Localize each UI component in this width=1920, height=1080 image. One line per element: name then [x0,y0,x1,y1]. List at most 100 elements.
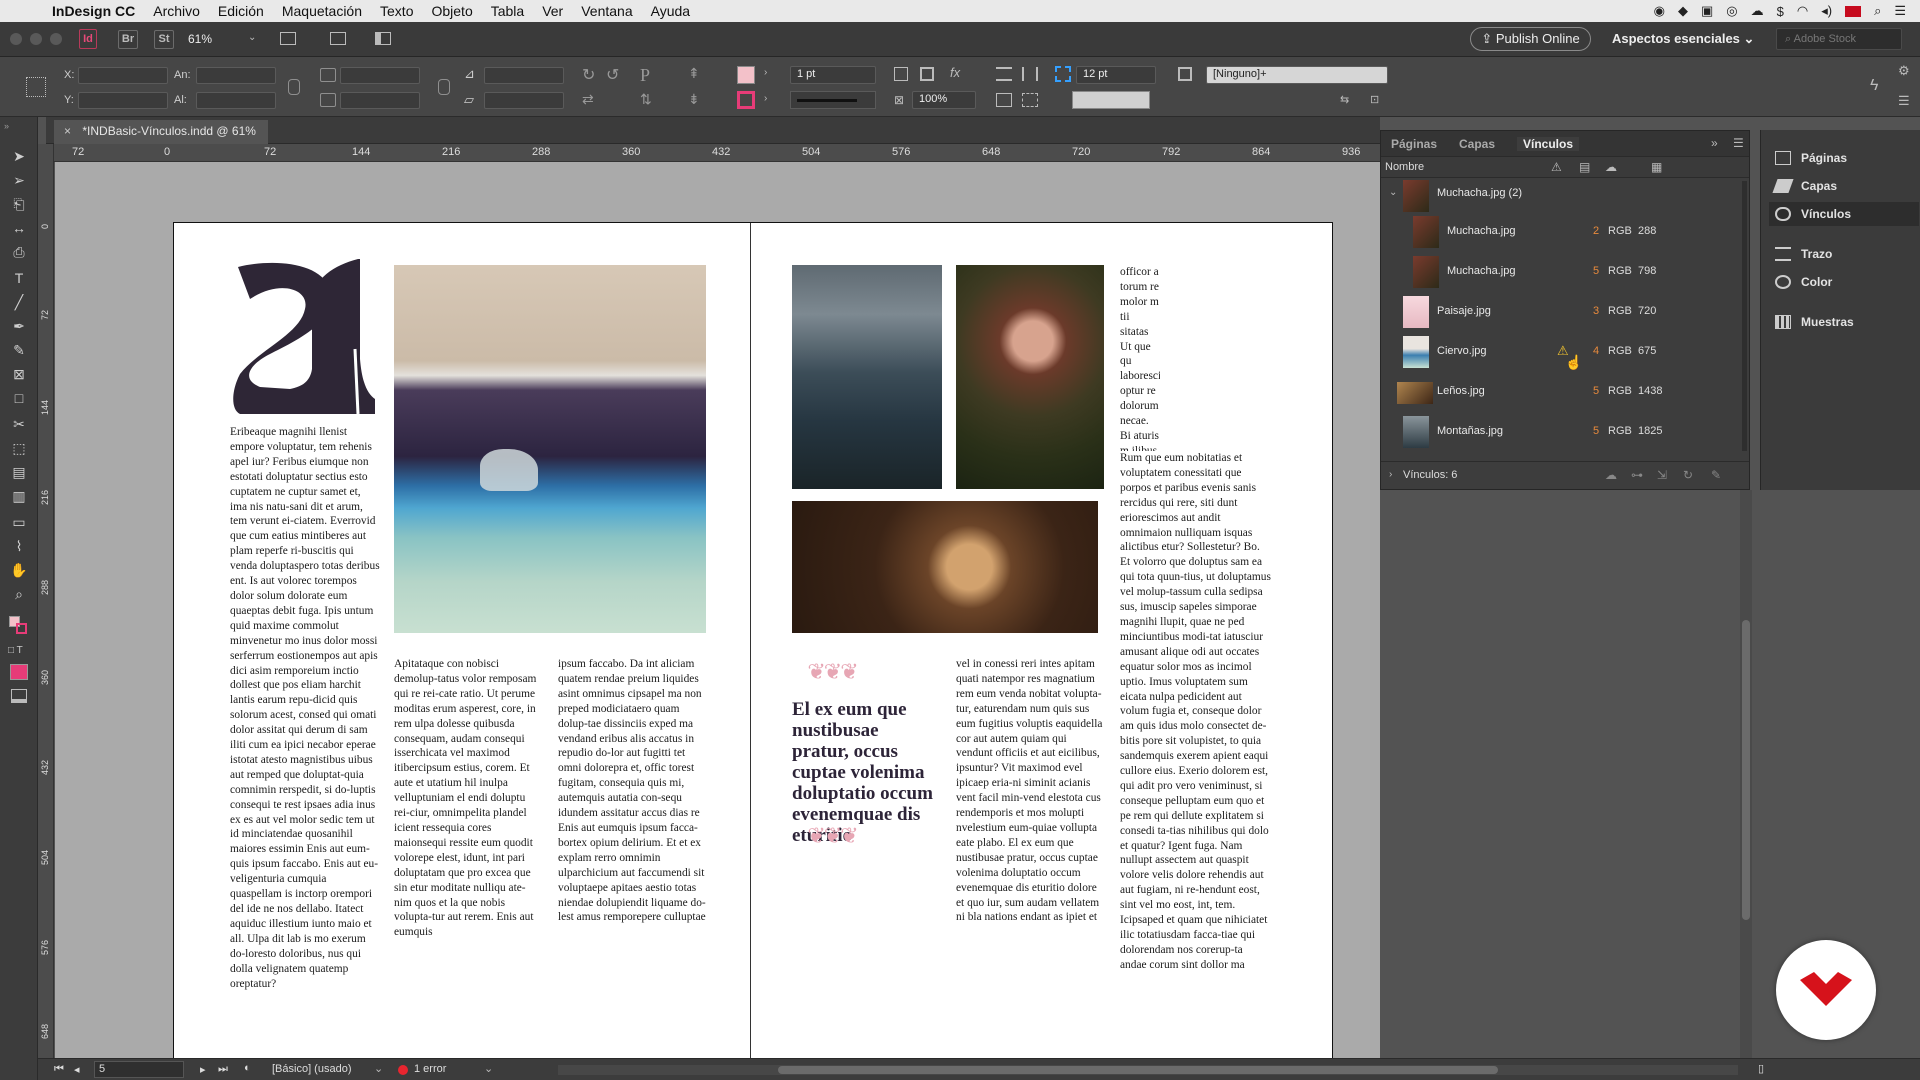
menu-archivo[interactable]: Archivo [153,3,200,19]
wrap-icon[interactable] [996,93,1012,107]
spacing-field[interactable]: 12 pt [1076,66,1156,84]
dock-item-capas[interactable]: Capas [1769,174,1919,198]
formatting-container-icon[interactable]: □ T [8,645,23,656]
rectangle-tool-icon[interactable]: □ [10,389,28,407]
panel-menu-icon[interactable]: ☰ [1898,93,1910,109]
note-tool-icon[interactable]: ▭ [10,513,28,531]
link-row[interactable]: Ciervo.jpg ⚠ 4 RGB 675 ☝ [1381,332,1749,372]
flip-vertical-icon[interactable]: ⇅ [640,91,652,108]
link-group-row[interactable]: ⌄ Muchacha.jpg (2) [1381,178,1749,212]
close-window-icon[interactable] [10,33,22,45]
dock-item-vinculos[interactable]: Vínculos [1769,202,1919,226]
adobe-stock-search[interactable]: ⌕ Adobe Stock [1776,28,1902,50]
chevron-right-icon[interactable]: › [1389,469,1392,480]
bridge-button[interactable]: Br [118,30,138,49]
decorative-numeral-graphic[interactable] [230,259,375,419]
link-page[interactable]: 5 [1593,385,1599,397]
dock-item-muestras[interactable]: Muestras [1769,310,1919,334]
left-column-1-text[interactable]: Eribeaque magnihi llenist empore volupta… [230,425,380,1058]
x-field[interactable] [78,67,168,84]
stroke-chevron-icon[interactable]: › [764,93,767,104]
wifi-icon[interactable]: ◠ [1797,3,1808,19]
stroke-color-icon[interactable] [16,623,27,634]
line-tool-icon[interactable]: ╱ [10,293,28,311]
collapse-panel-icon[interactable]: » [1711,136,1718,150]
link-page[interactable]: 3 [1593,305,1599,317]
workspace-switcher[interactable]: Aspectos esenciales ⌄ [1612,31,1754,47]
apply-color-icon[interactable] [10,664,28,680]
deer-landscape-image[interactable] [394,265,706,633]
document-tab[interactable]: × *INDBasic-Vínculos.indd @ 61% [54,120,268,144]
scale-y-icon[interactable] [320,93,336,107]
style-icon[interactable] [1178,67,1192,81]
document-vertical-scrollbar[interactable] [1740,490,1752,1058]
woman-portrait-image[interactable] [956,265,1104,489]
cloud-link-icon[interactable]: ☁ [1605,468,1617,482]
left-column-2-text[interactable]: Apitataque con nobisci demolup-tatus vol… [394,657,542,1058]
dock-item-color[interactable]: Color [1769,270,1919,294]
flag-icon[interactable] [1845,4,1862,19]
dock-item-paginas[interactable]: Páginas [1769,146,1919,170]
profile-chevron-icon[interactable]: ⌄ [374,1062,383,1075]
shear-field[interactable] [484,92,564,109]
last-page-icon[interactable]: ⏭ [218,1063,228,1076]
scale-x-icon[interactable] [320,68,336,82]
free-transform-tool-icon[interactable]: ⬚ [10,439,28,457]
horizontal-scrollbar[interactable] [558,1065,1738,1075]
opacity-icon[interactable]: ⊠ [894,93,904,107]
cloud-icon[interactable]: ☁ [1751,3,1764,19]
fill-chevron-icon[interactable]: › [764,67,767,78]
menu-list-icon[interactable]: ☰ [1894,3,1906,19]
link-page[interactable]: 4 [1593,345,1599,357]
gradient-swatch-tool-icon[interactable]: ▤ [10,463,28,481]
record-icon[interactable]: ◉ [1654,3,1665,19]
link-row[interactable]: Muchacha.jpg 5 RGB 798 [1381,252,1749,292]
collapse-toolbox-icon[interactable]: » [4,121,9,131]
panel-menu-icon[interactable]: ☰ [1733,136,1744,150]
select-content-icon[interactable]: P [640,65,650,86]
gap-tool-icon[interactable]: ↔ [10,219,28,237]
menu-objeto[interactable]: Objeto [431,3,472,19]
zoom-dropdown-chevron-icon[interactable]: ⌄ [248,32,256,43]
pasteboard[interactable]: Eribeaque magnihi llenist empore volupta… [55,162,1380,1058]
link-row[interactable]: Montañas.jpg 5 RGB 1825 [1381,412,1749,452]
dropbox-icon[interactable]: ◆ [1678,3,1688,19]
select-container-icon[interactable]: ⇞ [688,65,700,82]
gradient-feather-tool-icon[interactable]: ▥ [10,487,28,505]
update-link-icon[interactable]: ↻ [1683,468,1693,482]
color-fill-field[interactable] [1072,91,1150,109]
rotation-field[interactable] [484,67,564,84]
next-page-icon[interactable]: ▸ [200,1063,206,1076]
vertical-ruler[interactable]: 0 72 144 216 288 360 432 504 576 648 [38,144,54,1058]
constrain-proportions-icon[interactable] [288,79,300,95]
menu-texto[interactable]: Texto [380,3,413,19]
grid-column-icon[interactable]: ▦ [1651,160,1662,174]
screen-mode-icon[interactable] [330,32,346,45]
close-tab-icon[interactable]: × [64,124,71,138]
link-page[interactable]: 2 [1593,225,1599,237]
menu-tabla[interactable]: Tabla [491,3,524,19]
link-page[interactable]: 5 [1593,425,1599,437]
right-column-2-text[interactable]: vel in conessi reri intes apitam quati n… [956,657,1106,1058]
panel-settings-gear-icon[interactable]: ⚙ [1898,63,1910,79]
volume-icon[interactable]: ◂) [1821,3,1832,19]
effects-fx-icon[interactable]: fx [950,65,960,80]
pen-tool-icon[interactable]: ✒ [10,317,28,335]
dollar-icon[interactable]: $ [1777,4,1784,19]
menu-ver[interactable]: Ver [542,3,563,19]
page-number-field[interactable]: 5 [94,1061,184,1078]
eyedropper-tool-icon[interactable]: ⌇ [10,537,28,555]
page-tool-icon[interactable]: ⎗ [10,195,28,213]
object-style-dropdown[interactable]: [Ninguno]+ [1206,66,1388,84]
menu-edicion[interactable]: Edición [218,3,264,19]
rotate-angle-icon[interactable]: ⊿ [464,66,475,82]
view-options-icon[interactable] [280,32,296,45]
screen-mode-toggle-icon[interactable] [11,689,27,703]
right-column-overflow-text[interactable]: officor a torum re molor m tii sitatas U… [1120,265,1160,451]
y-field[interactable] [78,92,168,109]
mountains-image[interactable] [792,265,942,489]
horizontal-ruler[interactable]: 72 0 72 144 216 288 360 432 504 576 648 … [46,144,1380,162]
preflight-icon[interactable]: ◐ [244,1062,251,1074]
link-page[interactable]: 5 [1593,265,1599,277]
scale-y-field[interactable] [340,92,420,109]
